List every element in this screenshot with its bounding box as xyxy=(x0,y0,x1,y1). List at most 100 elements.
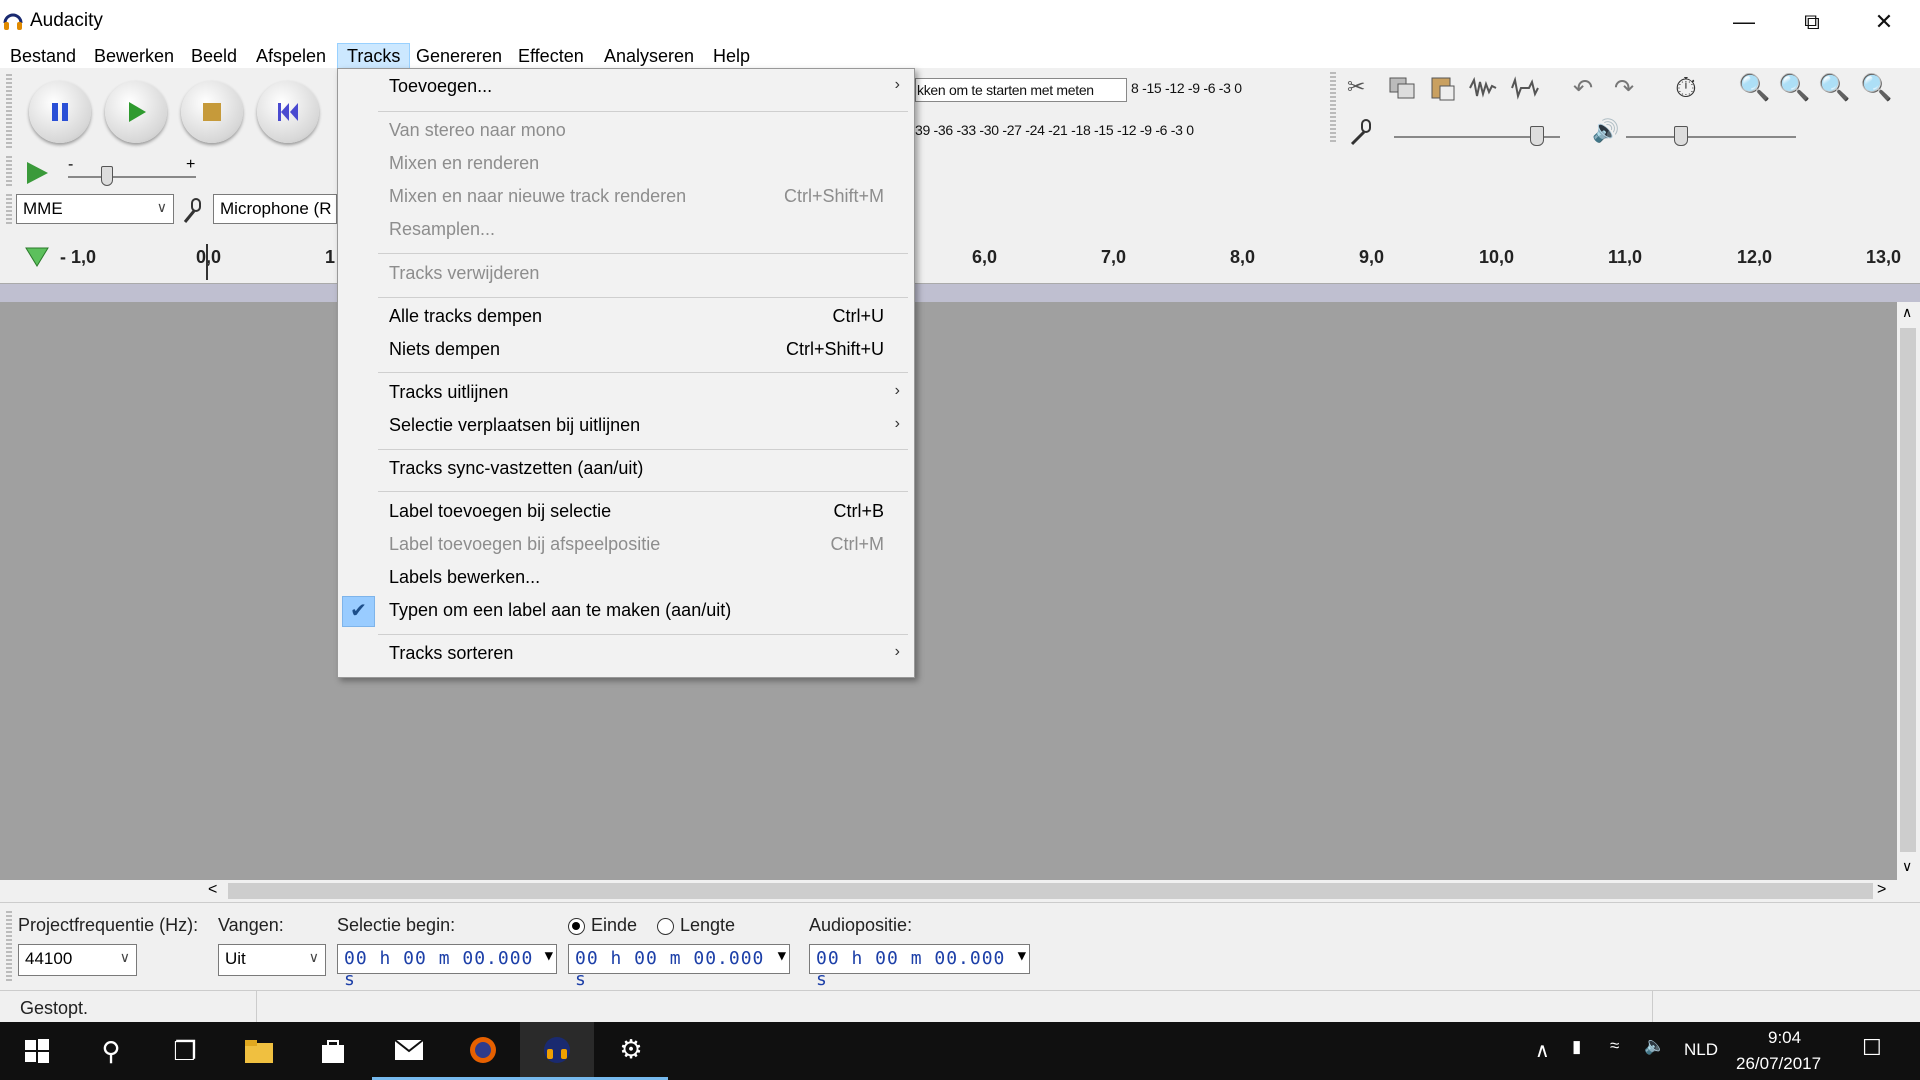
play-volume-thumb[interactable] xyxy=(1674,126,1688,146)
menu-separator xyxy=(378,491,908,492)
toolbar-grip[interactable] xyxy=(6,194,12,224)
vertical-scroll-thumb[interactable] xyxy=(1900,328,1916,852)
menu-item-sort-tracks[interactable]: Tracks sorteren › xyxy=(338,638,914,671)
menu-analyseren[interactable]: Analyseren xyxy=(595,43,703,69)
audacity-headphones-icon xyxy=(544,1036,570,1063)
minimize-button[interactable]: — xyxy=(1716,0,1772,44)
copy-icon[interactable] xyxy=(1388,76,1418,100)
wifi-icon[interactable]: ≈ xyxy=(1610,1036,1619,1056)
submenu-arrow-icon: › xyxy=(894,382,900,399)
menu-item-mute-all[interactable]: Alle tracks dempen Ctrl+U xyxy=(338,301,914,334)
sync-lock-icon[interactable]: ⏱ xyxy=(1675,72,1697,105)
windows-taskbar: ⚲ ❐ ⚙ ∧ ▮ ≈ 🔈 NLD 9:04 26/07/2017 ☐ xyxy=(0,1022,1920,1080)
menu-item-label: Van stereo naar mono xyxy=(389,120,566,140)
show-hidden-icons-icon[interactable]: ∧ xyxy=(1535,1038,1550,1063)
menu-item-move-selection-align[interactable]: Selectie verplaatsen bij uitlijnen › xyxy=(338,410,914,443)
volume-icon[interactable]: 🔈 xyxy=(1644,1036,1665,1056)
menu-genereren[interactable]: Genereren xyxy=(407,43,511,69)
menu-separator xyxy=(378,111,908,112)
menu-item-edit-labels[interactable]: Labels bewerken... xyxy=(338,562,914,595)
snap-select[interactable]: Uit ∨ xyxy=(218,944,326,976)
stop-button[interactable] xyxy=(181,81,243,143)
trim-icon[interactable] xyxy=(1468,76,1498,100)
settings-icon[interactable]: ⚙ xyxy=(594,1022,668,1080)
fit-selection-icon[interactable]: 🔍 xyxy=(1818,72,1850,103)
menu-item-remove-tracks[interactable]: Tracks verwijderen xyxy=(338,258,914,291)
redo-icon[interactable]: ↷ xyxy=(1614,74,1634,103)
toolbar-grip[interactable] xyxy=(1330,116,1336,142)
pause-button[interactable] xyxy=(29,81,91,143)
menu-effecten[interactable]: Effecten xyxy=(509,43,593,69)
speed-plus-label: + xyxy=(186,156,196,173)
undo-icon[interactable]: ↶ xyxy=(1573,74,1593,103)
selection-end-time[interactable]: 00 h 00 m 00.000 s ▼ xyxy=(568,944,790,990)
menu-item-mix-to-new-track[interactable]: Mixen en naar nieuwe track renderen Ctrl… xyxy=(338,181,914,214)
restore-button[interactable]: ⧉ xyxy=(1784,0,1840,44)
menu-item-resample[interactable]: Resamplen... xyxy=(338,214,914,247)
paste-icon[interactable] xyxy=(1428,74,1456,102)
skip-to-start-button[interactable] xyxy=(257,81,319,143)
fit-project-icon[interactable]: 🔍 xyxy=(1860,72,1892,103)
record-volume-thumb[interactable] xyxy=(1530,126,1544,146)
input-device-select[interactable]: Microphone (R xyxy=(213,194,337,224)
menu-bewerken[interactable]: Bewerken xyxy=(85,43,183,69)
scroll-up-icon[interactable]: ∧ xyxy=(1902,304,1912,321)
menu-item-mix-and-render[interactable]: Mixen en renderen xyxy=(338,148,914,181)
menu-help[interactable]: Help xyxy=(704,43,759,69)
selection-begin-value: 00 h 00 m 00.000 s xyxy=(344,948,534,990)
track-panel[interactable] xyxy=(0,302,1897,880)
menu-item-unmute-all[interactable]: Niets dempen Ctrl+Shift+U xyxy=(338,334,914,367)
ruler-label: 13,0 xyxy=(1866,247,1902,267)
search-icon[interactable]: ⚲ xyxy=(74,1022,148,1080)
length-radio[interactable] xyxy=(657,918,674,935)
menu-beeld[interactable]: Beeld xyxy=(182,43,246,69)
menu-item-toevoegen[interactable]: Toevoegen... › xyxy=(338,71,914,104)
toolbar-grip[interactable] xyxy=(6,911,12,981)
scroll-right-icon[interactable]: > xyxy=(1877,881,1886,899)
menu-item-stereo-to-mono[interactable]: Van stereo naar mono xyxy=(338,115,914,148)
zoom-in-icon[interactable]: 🔍 xyxy=(1738,72,1770,103)
clock-date[interactable]: 26/07/2017 xyxy=(1736,1054,1821,1074)
menu-item-add-label-playhead[interactable]: Label toevoegen bij afspeelpositie Ctrl+… xyxy=(338,529,914,562)
scroll-down-icon[interactable]: ∨ xyxy=(1902,858,1912,875)
selection-begin-time[interactable]: 00 h 00 m 00.000 s ▼ xyxy=(337,944,557,990)
audacity-taskbar-icon[interactable] xyxy=(520,1022,594,1080)
zoom-out-icon[interactable]: 🔍 xyxy=(1778,72,1810,103)
language-indicator[interactable]: NLD xyxy=(1684,1040,1718,1060)
play-button[interactable] xyxy=(105,81,167,143)
play-at-speed-icon[interactable] xyxy=(24,160,50,186)
toolbar-grip[interactable] xyxy=(6,74,12,148)
cut-icon[interactable]: ✂ xyxy=(1347,74,1365,100)
action-center-icon[interactable]: ☐ xyxy=(1862,1035,1882,1061)
battery-icon[interactable]: ▮ xyxy=(1572,1037,1581,1057)
audio-position-time[interactable]: 00 h 00 m 00.000 s ▼ xyxy=(809,944,1030,990)
file-explorer-icon[interactable] xyxy=(222,1022,296,1080)
host-select[interactable]: MME ∨ xyxy=(16,194,174,224)
menu-item-type-to-create-label[interactable]: ✔ Typen om een label aan te maken (aan/u… xyxy=(338,595,914,628)
speed-slider-thumb[interactable] xyxy=(101,166,113,186)
toolbar-grip[interactable] xyxy=(6,156,12,186)
project-rate-select[interactable]: 44100 ∨ xyxy=(18,944,137,976)
firefox-icon[interactable] xyxy=(446,1022,520,1080)
menu-afspelen[interactable]: Afspelen xyxy=(247,43,335,69)
end-radio[interactable] xyxy=(568,918,585,935)
start-button[interactable] xyxy=(0,1022,74,1080)
timeline-ruler[interactable]: - 1,0 0,0 1 6,0 7,0 8,0 9,0 10,0 11,0 12… xyxy=(0,240,1920,284)
store-icon[interactable] xyxy=(296,1022,370,1080)
menu-item-align-tracks[interactable]: Tracks uitlijnen › xyxy=(338,377,914,410)
close-button[interactable]: ✕ xyxy=(1856,0,1912,44)
clock-time[interactable]: 9:04 xyxy=(1768,1028,1801,1048)
mail-icon[interactable] xyxy=(372,1022,446,1080)
silence-icon[interactable] xyxy=(1510,76,1540,100)
vertical-scrollbar[interactable]: ∧ ∨ xyxy=(1897,302,1920,880)
menu-bestand[interactable]: Bestand xyxy=(1,43,85,69)
record-meter-button[interactable]: kken om te starten met meten xyxy=(915,78,1127,102)
menu-item-add-label-selection[interactable]: Label toevoegen bij selectie Ctrl+B xyxy=(338,496,914,529)
menu-item-sync-lock[interactable]: Tracks sync-vastzetten (aan/uit) xyxy=(338,453,914,486)
task-view-icon[interactable]: ❐ xyxy=(148,1022,222,1080)
audacity-logo-icon xyxy=(3,13,23,30)
menu-tracks[interactable]: Tracks xyxy=(337,43,411,69)
horizontal-scroll-thumb[interactable] xyxy=(228,883,1873,899)
timeline-play-icon[interactable] xyxy=(22,244,52,270)
scroll-left-icon[interactable]: < xyxy=(208,881,217,899)
